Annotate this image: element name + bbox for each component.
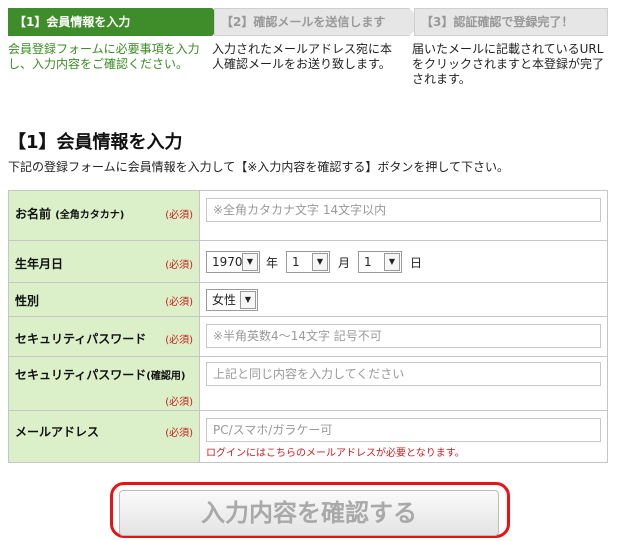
required-mark: (必須) <box>165 397 193 408</box>
section-heading: 【1】会員情報を入力 <box>8 132 183 153</box>
year-unit: 年 <box>266 256 279 270</box>
birth-month-select[interactable]: 1 ▼ <box>286 251 330 273</box>
month-unit: 月 <box>338 256 351 270</box>
step-1-active: 【1】会員情報を入力 <box>8 8 226 36</box>
required-mark: (必須) <box>165 335 193 346</box>
email-input-cell: ログインにはこちらのメールアドレスが必要となります。 <box>199 410 608 463</box>
password-input-cell <box>199 316 608 357</box>
email-label-cell: メールアドレス (必須) <box>8 410 200 463</box>
birth-day-select[interactable]: 1 ▼ <box>358 251 402 273</box>
name-input-cell <box>199 190 608 241</box>
password-confirm-sublabel: (確認用) <box>146 371 186 382</box>
form-row-password-confirm: セキュリティパスワード(確認用) (必須) <box>8 356 608 411</box>
chevron-down-icon: ▼ <box>312 253 328 271</box>
registration-form: お名前 (全角カタカナ) (必須) 生年月日 (必須) 1970▼ 年 1▼ 月… <box>8 190 608 463</box>
form-row-gender: 性別 (必須) 女性 ▼ <box>8 282 608 317</box>
birth-year-select[interactable]: 1970 ▼ <box>206 251 260 273</box>
birthday-input-cell: 1970 ▼ 年 1 ▼ 月 1 ▼ 日 <box>199 240 608 283</box>
step-2-description: 入力されたメールアドレス宛に本人確認メールをお送り致します。 <box>212 42 393 71</box>
progress-steps: 【1】会員情報を入力 【2】確認メールを送信します 【3】認証確認で登録完了！ <box>8 8 608 36</box>
step-1-description: 会員登録フォームに必要事項を入力し、入力内容をご確認ください。 <box>8 42 200 71</box>
required-mark: (必須) <box>165 210 193 221</box>
form-row-password: セキュリティパスワード (必須) <box>8 316 608 357</box>
section-lead: 下記の登録フォームに会員情報を入力して【※入力内容を確認する】ボタンを押して下さ… <box>8 160 509 174</box>
name-sublabel: (全角カタカナ) <box>55 210 125 221</box>
step-2: 【2】確認メールを送信します <box>214 8 423 36</box>
confirm-input-button[interactable]: 入力内容を確認する <box>119 490 499 536</box>
step-3: 【3】認証確認で登録完了！ <box>414 8 608 36</box>
email-input[interactable] <box>206 418 601 442</box>
required-mark: (必須) <box>165 297 193 308</box>
password-confirm-label: セキュリティパスワード(確認用) <box>15 368 186 382</box>
password-label: セキュリティパスワード <box>15 332 147 346</box>
name-label: お名前 (全角カタカナ) <box>15 207 125 221</box>
gender-input-cell: 女性 ▼ <box>199 282 608 317</box>
name-input[interactable] <box>206 198 601 222</box>
birthday-label: 生年月日 <box>15 257 64 271</box>
form-row-name: お名前 (全角カタカナ) (必須) <box>8 190 608 241</box>
chevron-down-icon: ▼ <box>384 253 400 271</box>
password-confirm-label-cell: セキュリティパスワード(確認用) (必須) <box>8 356 200 411</box>
password-confirm-input-cell <box>199 356 608 411</box>
email-label: メールアドレス <box>15 425 100 439</box>
day-unit: 日 <box>410 256 423 270</box>
name-label-cell: お名前 (全角カタカナ) (必須) <box>8 190 200 241</box>
password-input[interactable] <box>206 324 601 348</box>
password-confirm-input[interactable] <box>206 362 601 386</box>
password-label-cell: セキュリティパスワード (必須) <box>8 316 200 357</box>
email-note: ログインにはこちらのメールアドレスが必要となります。 <box>206 448 465 459</box>
form-row-email: メールアドレス (必須) ログインにはこちらのメールアドレスが必要となります。 <box>8 410 608 463</box>
submit-highlight: 入力内容を確認する <box>110 482 510 538</box>
gender-label: 性別 <box>15 294 40 308</box>
gender-label-cell: 性別 (必須) <box>8 282 200 317</box>
chevron-down-icon: ▼ <box>242 253 258 271</box>
step-3-description: 届いたメールに記載されているURLをクリックされますと本登録が完了されます。 <box>412 42 605 86</box>
form-row-birthday: 生年月日 (必須) 1970 ▼ 年 1 ▼ 月 1 ▼ 日 <box>8 240 608 283</box>
gender-select[interactable]: 女性 ▼ <box>206 289 258 311</box>
birthday-label-cell: 生年月日 (必須) <box>8 240 200 283</box>
chevron-down-icon: ▼ <box>240 291 256 309</box>
required-mark: (必須) <box>165 260 193 271</box>
required-mark: (必須) <box>165 428 193 439</box>
